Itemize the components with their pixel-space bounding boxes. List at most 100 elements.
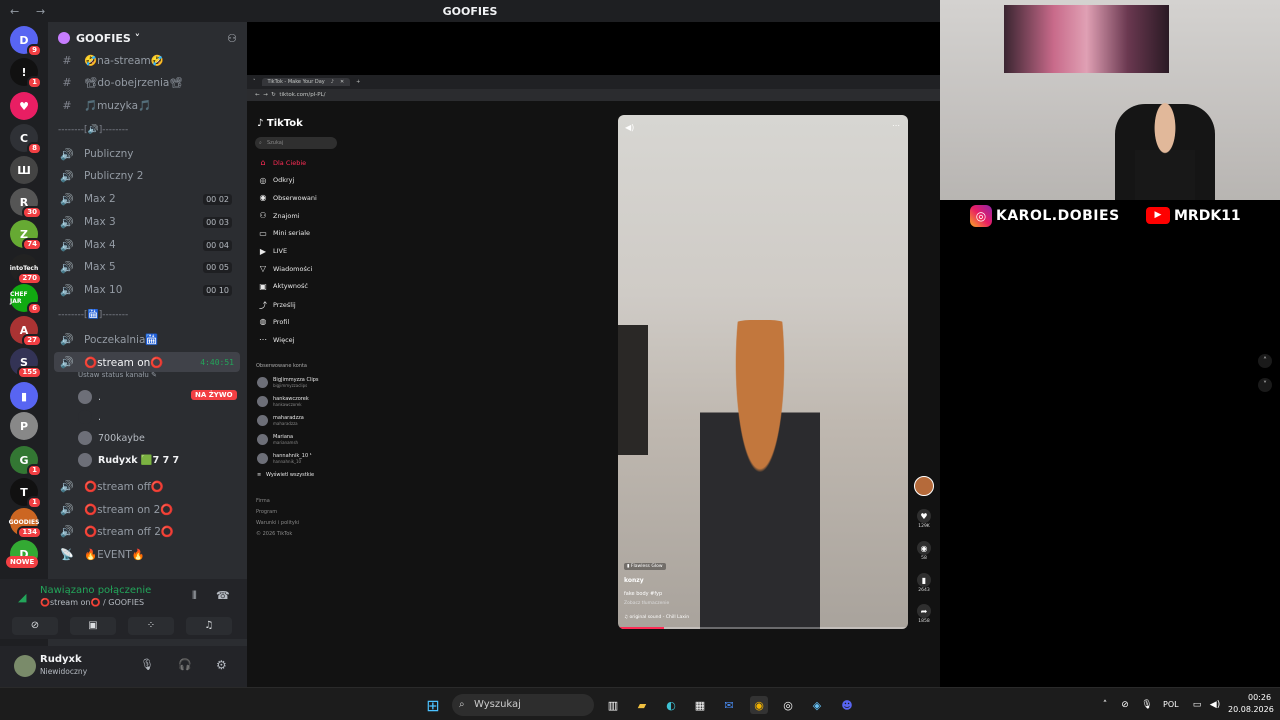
discord-icon[interactable]: ☻	[838, 696, 856, 714]
taskbar-search[interactable]: ⌕ Wyszukaj	[452, 694, 594, 716]
steam-icon[interactable]: ◈	[808, 696, 826, 714]
tab-close-icon[interactable]: ✕	[340, 79, 344, 85]
channel-item[interactable]: # 📽do-obejrzenia📽	[54, 72, 240, 92]
footer-link[interactable]: Firma	[256, 498, 270, 504]
edge-icon[interactable]: ◐	[662, 696, 680, 714]
add-member-icon[interactable]: ⚇	[227, 32, 237, 45]
chrome-icon[interactable]: ◉	[750, 696, 768, 714]
tiktok-nav-item[interactable]: ▽ Wiadomości	[257, 264, 312, 273]
soundboard-button[interactable]: ♫	[186, 617, 232, 635]
url-text[interactable]: tiktok.com/pl-PL/	[279, 92, 325, 98]
channel-item[interactable]: 🔊 Max 2 00 02	[54, 189, 240, 209]
channel-item[interactable]: # 🎵muzyka🎵	[54, 95, 240, 115]
like-button[interactable]: ♥ 129K	[912, 509, 936, 529]
camera-off-button[interactable]: ⊘	[12, 617, 58, 635]
video-username[interactable]: konzy	[624, 577, 644, 584]
mail-icon[interactable]: ✉	[720, 696, 738, 714]
tiktok-nav-item[interactable]: ⋯ Więcej	[257, 335, 294, 344]
footer-link[interactable]: © 2026 TikTok	[256, 531, 292, 537]
voice-detail[interactable]: ⭕stream on⭕ / GOOFIES	[40, 598, 144, 607]
tiktok-video-player[interactable]: ◀) ⋯ ▮ Flawless Glow konzy fake body #fy…	[618, 115, 908, 629]
category-separator[interactable]: --------[🔊]--------	[58, 125, 128, 135]
set-channel-status[interactable]: Ustaw status kanału ✎	[78, 371, 157, 379]
volume-tray-icon[interactable]: ◀)	[1206, 696, 1224, 714]
tab-list-icon[interactable]: ˅	[253, 79, 256, 85]
server-icon[interactable]: S 155	[10, 348, 42, 379]
reload-icon[interactable]: ↻	[271, 92, 276, 98]
browser-tab[interactable]: TikTok - Make Your Day ♪ ✕	[261, 78, 351, 86]
microphone-icon[interactable]: 🎙	[140, 658, 154, 671]
video-progress[interactable]	[618, 627, 908, 629]
server-icon[interactable]: Z 74	[10, 220, 42, 251]
channel-item[interactable]: 🔊 Poczekalnia🛗	[54, 329, 240, 349]
channel-item[interactable]: 🔊 Max 3 00 03	[54, 212, 240, 232]
voice-member[interactable]: .	[78, 410, 101, 424]
obs-icon[interactable]: ◎	[779, 696, 797, 714]
scroll-up-icon[interactable]: ˄	[1258, 354, 1272, 368]
active-voice-channel[interactable]: 🔊 ⭕stream on⭕ 4:40:51	[54, 352, 240, 372]
comment-button[interactable]: ◉ 58	[912, 541, 936, 561]
save-button[interactable]: ▮ 2643	[912, 573, 936, 593]
volume-icon[interactable]: ◀)	[625, 123, 634, 132]
task-view-icon[interactable]: ▥	[604, 696, 622, 714]
server-icon[interactable]: CHEF JAR 6	[10, 284, 42, 315]
server-icon[interactable]: GOODIES 134	[9, 508, 42, 539]
followed-account[interactable]: BigJimmyzza Clips bigjimmyzzaclips	[257, 377, 319, 388]
clock-date[interactable]: 20.08.2026	[1228, 705, 1274, 714]
server-icon[interactable]: D9	[10, 26, 42, 57]
server-icon[interactable]: ▮	[10, 382, 38, 410]
nav-forward-icon[interactable]: →	[263, 92, 268, 98]
channel-item[interactable]: 🔊 Max 4 00 04	[54, 235, 240, 255]
server-icon[interactable]: A 27	[10, 316, 42, 347]
channel-item[interactable]: 🔊 ⭕stream on 2⭕	[54, 499, 240, 519]
tiktok-nav-item[interactable]: ▶ LIVE	[257, 247, 287, 256]
nav-back-icon[interactable]: ←	[255, 92, 260, 98]
server-icon[interactable]: G1	[10, 446, 42, 477]
tiktok-nav-item[interactable]: ▣ Aktywność	[257, 282, 308, 291]
display-icon[interactable]: ▭	[1188, 696, 1206, 714]
file-explorer-icon[interactable]: ▰	[633, 696, 651, 714]
activities-button[interactable]: ⁘	[128, 617, 174, 635]
tiktok-logo[interactable]: ♪ TikTok	[257, 118, 303, 129]
server-icon[interactable]: P	[10, 412, 38, 440]
channel-item[interactable]: # 🤣na-stream🤣	[54, 50, 240, 70]
tray-chevron-icon[interactable]: ˄	[1096, 696, 1114, 714]
followed-account[interactable]: Mariana marianamsh	[257, 434, 298, 445]
network-off-icon[interactable]: ⊘	[1116, 696, 1134, 714]
tab-audio-icon[interactable]: ♪	[331, 79, 334, 85]
headphones-icon[interactable]: 🎧	[178, 658, 192, 671]
tiktok-nav-item[interactable]: ◎ Odkryj	[257, 176, 295, 185]
voice-member[interactable]: 700kaybe	[78, 431, 145, 445]
mic-tray-icon[interactable]: 🎙	[1138, 696, 1156, 714]
screen-share-button[interactable]: ▣	[70, 617, 116, 635]
channel-item[interactable]: 🔊 Max 10 00 10	[54, 280, 240, 300]
followed-account[interactable]: hankawczorek hankawczorek	[257, 396, 309, 407]
disconnect-icon[interactable]: ☎	[216, 589, 230, 602]
clock-time[interactable]: 00:26	[1248, 693, 1271, 702]
settings-gear-icon[interactable]: ⚙	[216, 658, 227, 672]
store-icon[interactable]: ▦	[691, 696, 709, 714]
scroll-down-icon[interactable]: ˅	[1258, 378, 1272, 392]
channel-item[interactable]: 📡 🔥EVENT🔥	[54, 544, 240, 564]
tiktok-nav-item[interactable]: ▭ Mini seriale	[257, 229, 310, 238]
footer-link[interactable]: Program	[256, 509, 277, 515]
video-sound[interactable]: ♫ original sound - Chill Laxin	[624, 615, 689, 620]
start-button[interactable]: ⊞	[424, 696, 442, 715]
new-badge[interactable]: NOWE	[6, 556, 39, 568]
share-button[interactable]: ➦ 1858	[912, 604, 936, 624]
category-separator[interactable]: --------[🛗]--------	[58, 310, 128, 320]
tiktok-nav-item[interactable]: ⌂ Dla Ciebie	[257, 158, 306, 167]
translate-link[interactable]: Zobacz tłumaczenie	[624, 601, 669, 606]
avatar[interactable]	[14, 655, 36, 677]
voice-member[interactable]: Rudyxk 🟩7 7 7	[78, 453, 179, 467]
tiktok-nav-item[interactable]: ⤴ Prześlij	[257, 300, 296, 311]
server-icon[interactable]: ♥	[10, 92, 38, 120]
noise-suppression-icon[interactable]: ⦀	[192, 589, 197, 603]
more-options-icon[interactable]: ⋯	[892, 121, 900, 130]
footer-link[interactable]: Warunki i polityki	[256, 520, 299, 526]
channel-item[interactable]: 🔊 Max 5 00 05	[54, 257, 240, 277]
server-icon[interactable]: R 30	[10, 188, 42, 219]
show-all-link[interactable]: ≡ Wyświetl wszystkie	[257, 472, 314, 478]
channel-item[interactable]: 🔊 ⭕stream off⭕	[54, 476, 240, 496]
server-icon[interactable]: Ш	[10, 156, 38, 184]
